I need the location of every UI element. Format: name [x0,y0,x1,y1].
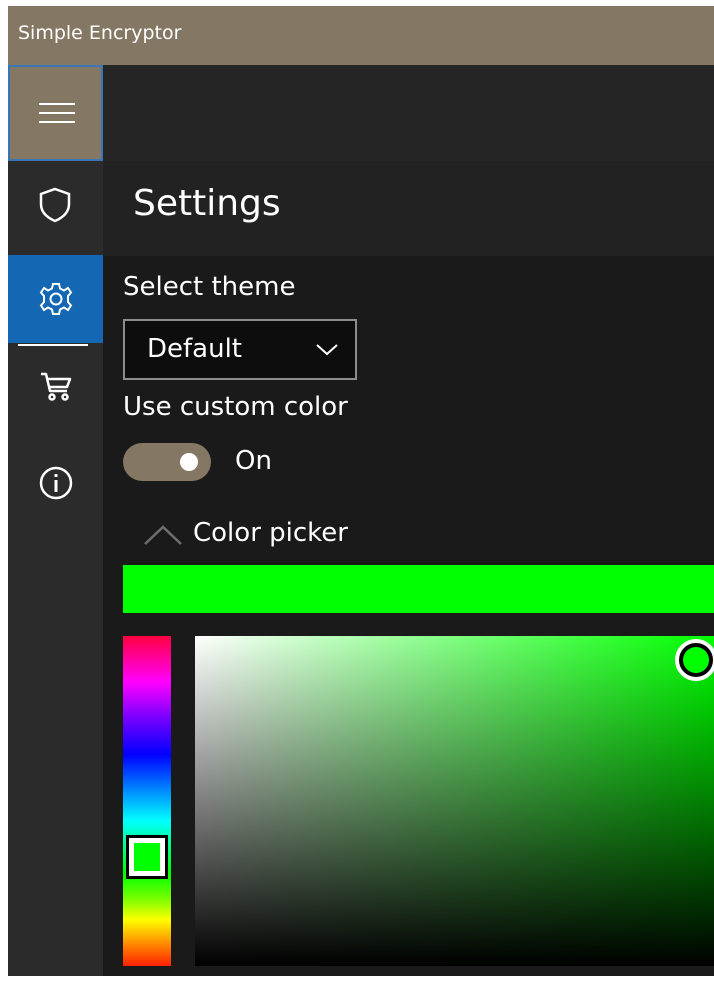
hue-handle-swatch [134,843,160,871]
hue-slider-handle[interactable] [126,835,168,879]
title-bar: Simple Encryptor [8,6,714,65]
info-icon [39,466,73,500]
sidebar-item-encrypt[interactable] [8,161,103,249]
theme-dropdown[interactable]: Default [123,319,357,380]
color-picker-label: Color picker [193,518,348,548]
hamburger-icon [39,103,75,105]
hamburger-icon-bar [39,112,75,114]
sidebar-item-about[interactable] [8,439,103,527]
chevron-up-icon [144,525,182,545]
page-title: Settings [133,183,281,224]
custom-color-label: Use custom color [123,392,348,422]
page-header: Settings [103,161,714,256]
top-bar [103,65,714,161]
custom-color-toggle[interactable] [123,443,211,481]
window-title: Simple Encryptor [18,22,182,44]
chevron-down-icon [316,344,338,356]
sv-black-layer [195,636,714,966]
toggle-knob [180,453,198,471]
color-selector-handle[interactable] [675,639,714,681]
sidebar [8,65,103,976]
color-selector-swatch [683,647,709,673]
saturation-value-area[interactable] [195,636,714,966]
app-window: Simple Encryptor Settings Select theme D… [8,6,714,976]
hamburger-icon-bar [39,121,75,123]
toggle-state-label: On [235,446,272,476]
hue-slider[interactable] [123,636,171,966]
hamburger-menu-button[interactable] [8,65,103,161]
shield-icon [39,187,71,223]
sidebar-item-store[interactable] [8,347,103,435]
cart-icon [41,372,72,401]
select-theme-label: Select theme [123,272,296,302]
settings-content: Select theme Default Use custom color On… [103,256,714,976]
sidebar-item-settings[interactable] [8,255,103,343]
sidebar-divider [18,344,88,346]
theme-dropdown-value: Default [147,334,242,364]
gear-icon [39,283,73,315]
color-preview [123,565,714,613]
